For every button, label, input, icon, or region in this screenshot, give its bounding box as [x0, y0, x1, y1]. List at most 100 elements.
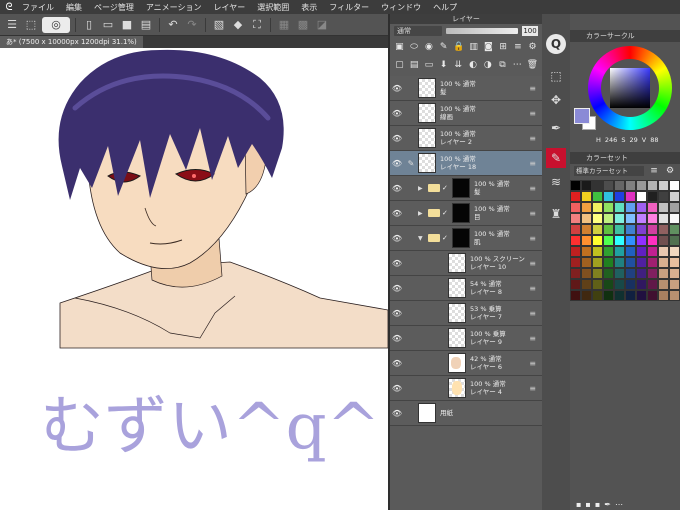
palette-swatch[interactable]: [614, 235, 625, 246]
collapse-arrow-icon[interactable]: ▼: [418, 235, 426, 242]
palette-swatch[interactable]: [603, 279, 614, 290]
palette-swatch[interactable]: [647, 180, 658, 191]
menu-edit[interactable]: 編集: [60, 2, 88, 13]
clear-icon[interactable]: ▧: [211, 17, 227, 33]
invert-selection-icon[interactable]: ▩: [295, 17, 311, 33]
palette-swatch[interactable]: [570, 268, 581, 279]
color-palette[interactable]: [570, 180, 680, 301]
palette-swatch[interactable]: [614, 246, 625, 257]
layer-handle-icon[interactable]: ≡: [529, 334, 536, 343]
palette-swatch[interactable]: [625, 202, 636, 213]
layer-row[interactable]: 👁 42 % 通常 レイヤー 6 ≡: [390, 351, 542, 376]
palette-swatch[interactable]: [669, 235, 680, 246]
menu-page[interactable]: ページ管理: [88, 2, 140, 13]
menu-selection[interactable]: 選択範囲: [251, 2, 295, 13]
palette-swatch[interactable]: [603, 202, 614, 213]
canvas-tab[interactable]: あ* (7500 x 10000px 1200dpi 31.1%): [0, 36, 143, 48]
palette-swatch[interactable]: [636, 224, 647, 235]
layer-row[interactable]: 👁 100 % 通常 線画 ≡: [390, 101, 542, 126]
palette-swatch[interactable]: [592, 202, 603, 213]
palette-swatch[interactable]: [614, 202, 625, 213]
menu-icon[interactable]: ☰: [4, 17, 20, 33]
palette-swatch[interactable]: [625, 257, 636, 268]
palette-swatch[interactable]: [658, 180, 669, 191]
palette-swatch[interactable]: [603, 224, 614, 235]
fill-icon[interactable]: ◆: [230, 17, 246, 33]
paper-layer-row[interactable]: 👁 用紙: [390, 401, 542, 426]
quick-access-icon[interactable]: Q: [546, 34, 566, 54]
replace-color-icon[interactable]: ▪: [585, 500, 590, 509]
export-icon[interactable]: ▤: [138, 17, 154, 33]
drawing-canvas[interactable]: むずい^q^: [0, 48, 388, 510]
brush-tool-icon[interactable]: ✎: [546, 148, 566, 168]
add-color-icon[interactable]: ▪: [576, 500, 581, 509]
palette-swatch[interactable]: [592, 290, 603, 301]
transform-icon[interactable]: ⛶: [249, 17, 265, 33]
layer-row[interactable]: 👁 100 % スクリーン レイヤー 10 ≡: [390, 251, 542, 276]
palette-swatch[interactable]: [592, 279, 603, 290]
palette-swatch[interactable]: [658, 224, 669, 235]
palette-swatch[interactable]: [658, 290, 669, 301]
menu-help[interactable]: ヘルプ: [427, 2, 463, 13]
save-icon[interactable]: ■: [119, 17, 135, 33]
expand-arrow-icon[interactable]: ▶: [418, 185, 426, 192]
color-circle[interactable]: H 246 S 29 V 88: [574, 42, 678, 150]
palette-swatch[interactable]: [647, 224, 658, 235]
palette-swatch[interactable]: [636, 257, 647, 268]
visibility-eye-icon[interactable]: 👁: [390, 359, 404, 368]
palette-swatch[interactable]: [614, 224, 625, 235]
folder-row-open[interactable]: 👁 ▼ ✓ 100 % 通常肌 ≡: [390, 226, 542, 251]
palette-swatch[interactable]: [625, 191, 636, 202]
expand-arrow-icon[interactable]: ▶: [418, 210, 426, 217]
color-set-header[interactable]: カラーセット: [570, 152, 680, 164]
color-circle-header[interactable]: カラーサークル: [570, 30, 680, 42]
crop-icon[interactable]: ◪: [314, 17, 330, 33]
layer-row[interactable]: 👁 100 % 通常 レイヤー 4 ≡: [390, 376, 542, 401]
palette-swatch[interactable]: [592, 224, 603, 235]
layer-handle-icon[interactable]: ≡: [529, 284, 536, 293]
palette-swatch[interactable]: [603, 268, 614, 279]
palette-swatch[interactable]: [570, 224, 581, 235]
visibility-eye-icon[interactable]: 👁: [390, 309, 404, 318]
layer-handle-icon[interactable]: ≡: [529, 134, 536, 143]
clipping-icon[interactable]: ⬭: [409, 41, 420, 53]
eyedropper-icon[interactable]: ✒: [604, 500, 611, 509]
menu-window[interactable]: ウィンドウ: [375, 2, 427, 13]
layer-list-icon[interactable]: ≡: [512, 41, 523, 53]
palette-swatch[interactable]: [603, 191, 614, 202]
menu-animation[interactable]: アニメーション: [140, 2, 208, 13]
menu-layer[interactable]: レイヤー: [208, 2, 252, 13]
palette-swatch[interactable]: [570, 290, 581, 301]
palette-swatch[interactable]: [570, 213, 581, 224]
visibility-eye-icon[interactable]: 👁: [390, 109, 404, 118]
redo-icon[interactable]: ↷: [184, 17, 200, 33]
opacity-value[interactable]: 100: [522, 26, 538, 36]
palette-swatch[interactable]: [658, 257, 669, 268]
palette-swatch[interactable]: [614, 191, 625, 202]
delete-color-icon[interactable]: ▪: [595, 500, 600, 509]
open-folder-icon[interactable]: ▭: [100, 17, 116, 33]
draft-layer-icon[interactable]: ✎: [438, 41, 449, 53]
clip-studio-logo-button[interactable]: ◎: [42, 16, 70, 33]
palette-swatch[interactable]: [581, 290, 592, 301]
apply-mask-icon[interactable]: ◑: [482, 59, 493, 71]
transfer-down-icon[interactable]: ⬇: [438, 59, 449, 71]
opacity-slider[interactable]: [446, 28, 518, 34]
folder-row[interactable]: 👁 ▶ ✓ 100 % 通常髪 ≡: [390, 176, 542, 201]
palette-swatch[interactable]: [669, 290, 680, 301]
palette-swatch[interactable]: [647, 268, 658, 279]
palette-swatch[interactable]: [570, 191, 581, 202]
palette-swatch[interactable]: [669, 202, 680, 213]
palette-swatch[interactable]: [669, 279, 680, 290]
layer-handle-icon[interactable]: ≡: [529, 309, 536, 318]
palette-swatch[interactable]: [658, 268, 669, 279]
color-set-menu-icon[interactable]: ≡: [648, 165, 660, 177]
lock-transparency-icon[interactable]: ▥: [468, 41, 479, 53]
palette-swatch[interactable]: [603, 290, 614, 301]
palette-swatch[interactable]: [614, 257, 625, 268]
palette-swatch[interactable]: [592, 191, 603, 202]
folder-row[interactable]: 👁 ▶ ✓ 100 % 通常目 ≡: [390, 201, 542, 226]
color-set-settings-icon[interactable]: ⚙: [664, 165, 676, 177]
palette-swatch[interactable]: [658, 191, 669, 202]
palette-swatch[interactable]: [592, 246, 603, 257]
